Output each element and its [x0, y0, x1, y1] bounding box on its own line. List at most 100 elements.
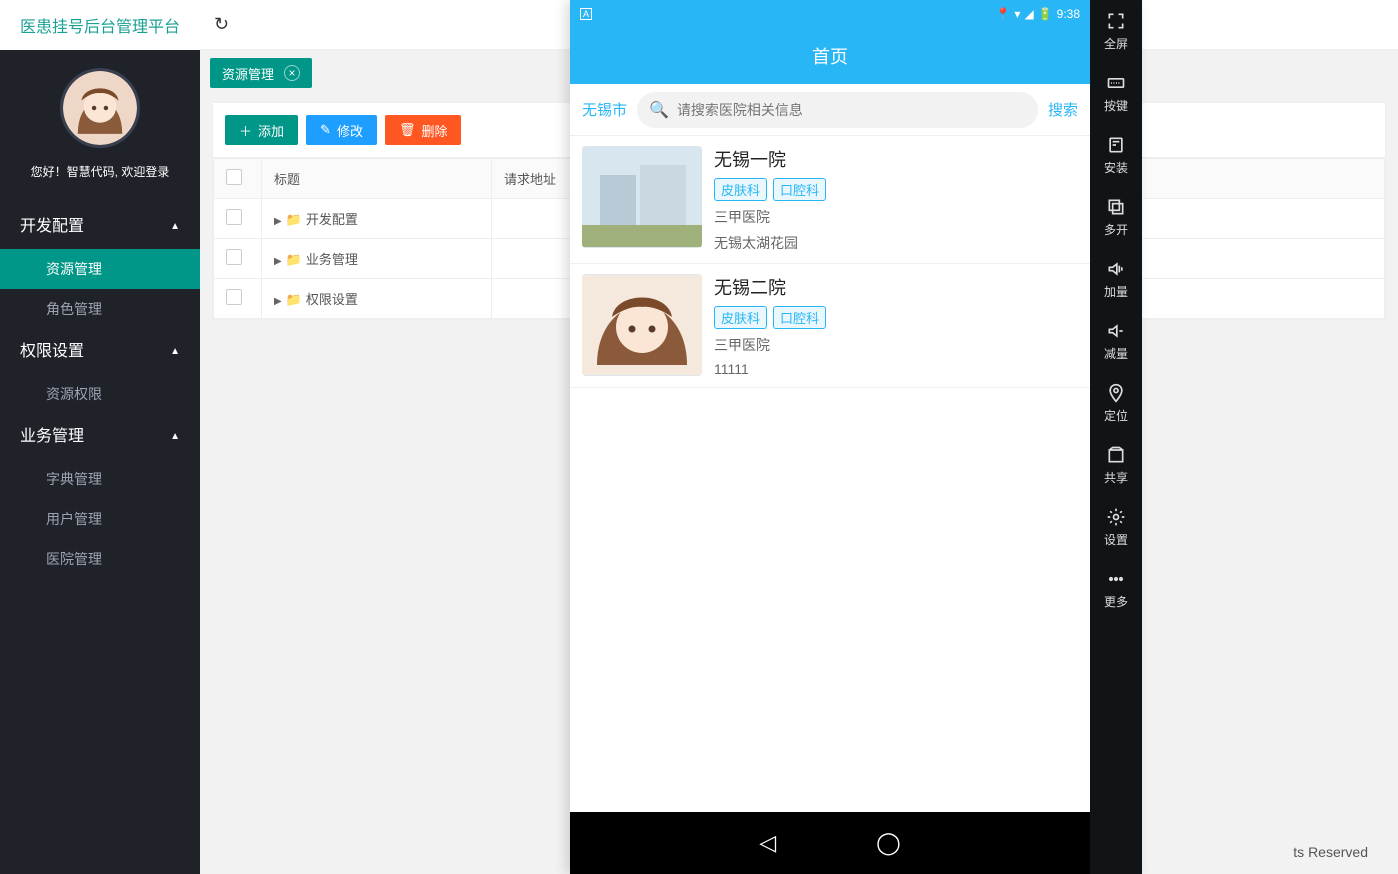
th-title: 标题 [262, 159, 492, 199]
emu-location[interactable]: 定位 [1090, 372, 1142, 434]
emu-settings[interactable]: 设置 [1090, 496, 1142, 558]
caret-right-icon[interactable]: ▶ [274, 216, 282, 227]
row-name: 开发配置 [306, 212, 358, 227]
row-checkbox[interactable] [226, 249, 242, 265]
nav-item-user[interactable]: 用户管理 [0, 499, 200, 539]
wifi-icon: ▾ [1014, 7, 1020, 21]
dept-tag[interactable]: 皮肤科 [714, 306, 767, 329]
emu-keys[interactable]: 按键 [1090, 62, 1142, 124]
avatar-area: 您好！智慧代码, 欢迎登录 [0, 50, 200, 204]
emu-label: 按键 [1104, 97, 1128, 114]
emu-install[interactable]: 安装 [1090, 124, 1142, 186]
nav-group-label: 权限设置 [20, 329, 84, 374]
trash-icon: 🗑 [399, 122, 416, 138]
android-navbar: ◁ ◯ [570, 812, 1090, 874]
home-icon[interactable]: ◯ [876, 830, 901, 856]
nav-group-perm[interactable]: 权限设置 ▲ [0, 329, 200, 374]
city-selector[interactable]: 无锡市 [582, 99, 627, 120]
search-box[interactable]: 🔍 [637, 92, 1038, 128]
refresh-icon[interactable]: ↻ [214, 14, 229, 35]
emu-volume-down[interactable]: 减量 [1090, 310, 1142, 372]
search-input[interactable] [677, 102, 1026, 118]
nav-group-label: 业务管理 [20, 414, 84, 459]
emu-label: 全屏 [1104, 35, 1128, 52]
back-icon[interactable]: ◁ [759, 830, 776, 856]
hospital-image [582, 146, 702, 248]
search-row: 无锡市 🔍 搜索 [570, 84, 1090, 136]
dept-tag[interactable]: 口腔科 [773, 306, 826, 329]
dept-tag[interactable]: 皮肤科 [714, 178, 767, 201]
caret-right-icon[interactable]: ▶ [274, 256, 282, 267]
emu-label: 定位 [1104, 407, 1128, 424]
dept-tag[interactable]: 口腔科 [773, 178, 826, 201]
add-label: 添加 [258, 121, 284, 140]
folder-icon: 📁 [286, 292, 302, 307]
hospital-level: 三甲医院 [714, 335, 1078, 355]
select-all-checkbox[interactable] [226, 169, 242, 185]
hospital-addr: 无锡太湖花园 [714, 233, 1078, 253]
avatar-image [63, 71, 137, 145]
pencil-icon: ✎ [320, 122, 331, 138]
row-name: 业务管理 [306, 252, 358, 267]
row-checkbox[interactable] [226, 209, 242, 225]
appbar-title: 首页 [570, 28, 1090, 84]
hospital-title: 无锡二院 [714, 274, 1078, 300]
add-button[interactable]: ＋添加 [225, 115, 298, 145]
brand-title: 医患挂号后台管理平台 [0, 0, 200, 50]
emu-label: 更多 [1104, 593, 1128, 610]
emu-label: 安装 [1104, 159, 1128, 176]
row-checkbox[interactable] [226, 289, 242, 305]
hospital-title: 无锡一院 [714, 146, 1078, 172]
tab-label: 资源管理 [222, 64, 274, 83]
signal-icon: ◢ [1024, 7, 1033, 21]
nav-item-role[interactable]: 角色管理 [0, 289, 200, 329]
nav-item-hospital[interactable]: 医院管理 [0, 539, 200, 579]
emu-label: 加量 [1104, 283, 1128, 300]
nav-group-label: 开发配置 [20, 204, 84, 249]
delete-button[interactable]: 🗑 删除 [385, 115, 462, 145]
battery-icon: 🔋 [1038, 7, 1053, 21]
sidebar: 医患挂号后台管理平台 您好！智慧代码, 欢迎登录 开发配置 ▲ 资源管理 角色管… [0, 0, 200, 874]
statusbar: A 📍 ▾ ◢ 🔋 9:38 [570, 0, 1090, 28]
location-icon: 📍 [995, 7, 1010, 21]
hospital-list[interactable]: 无锡一院 皮肤科 口腔科 三甲医院 无锡太湖花园 无锡二院 皮肤科 [570, 136, 1090, 812]
clock-text: 9:38 [1057, 7, 1080, 21]
chevron-up-icon: ▲ [170, 414, 180, 459]
emu-label: 共享 [1104, 469, 1128, 486]
device-screen: A 📍 ▾ ◢ 🔋 9:38 首页 无锡市 🔍 搜索 [570, 0, 1090, 874]
caret-right-icon[interactable]: ▶ [274, 296, 282, 307]
avatar [60, 68, 140, 148]
hospital-level: 三甲医院 [714, 207, 1078, 227]
hospital-card[interactable]: 无锡二院 皮肤科 口腔科 三甲医院 11111 [570, 264, 1090, 388]
hospital-card[interactable]: 无锡一院 皮肤科 口腔科 三甲医院 无锡太湖花园 [570, 136, 1090, 264]
emu-multi[interactable]: 多开 [1090, 186, 1142, 248]
chevron-up-icon: ▲ [170, 329, 180, 374]
tab-resource[interactable]: 资源管理 × [210, 58, 312, 88]
edit-button[interactable]: ✎修改 [306, 115, 377, 145]
close-icon[interactable]: × [284, 65, 300, 81]
nav-item-resource[interactable]: 资源管理 [0, 249, 200, 289]
emu-volume-up[interactable]: 加量 [1090, 248, 1142, 310]
chevron-up-icon: ▲ [170, 204, 180, 249]
footer-text: ts Reserved [1293, 844, 1368, 860]
emu-label: 设置 [1104, 531, 1128, 548]
emulator-sidebar: 全屏 按键 安装 多开 加量 减量 定位 共享 设置 更多 [1090, 0, 1142, 874]
hospital-image [582, 274, 702, 376]
welcome-text: 您好！智慧代码, 欢迎登录 [0, 163, 200, 180]
search-icon: 🔍 [649, 100, 669, 120]
emu-share[interactable]: 共享 [1090, 434, 1142, 496]
emu-label: 减量 [1104, 345, 1128, 362]
nav-group-dev[interactable]: 开发配置 ▲ [0, 204, 200, 249]
nav-item-resperm[interactable]: 资源权限 [0, 374, 200, 414]
search-button[interactable]: 搜索 [1048, 99, 1078, 120]
nav-group-biz[interactable]: 业务管理 ▲ [0, 414, 200, 459]
emu-label: 多开 [1104, 221, 1128, 238]
emulator: A 📍 ▾ ◢ 🔋 9:38 首页 无锡市 🔍 搜索 [570, 0, 1142, 874]
delete-label: 删除 [421, 121, 447, 140]
row-name: 权限设置 [306, 292, 358, 307]
emu-fullscreen[interactable]: 全屏 [1090, 0, 1142, 62]
emu-more[interactable]: 更多 [1090, 558, 1142, 620]
nav-item-dict[interactable]: 字典管理 [0, 459, 200, 499]
folder-icon: 📁 [286, 252, 302, 267]
hospital-addr: 11111 [714, 361, 1078, 377]
